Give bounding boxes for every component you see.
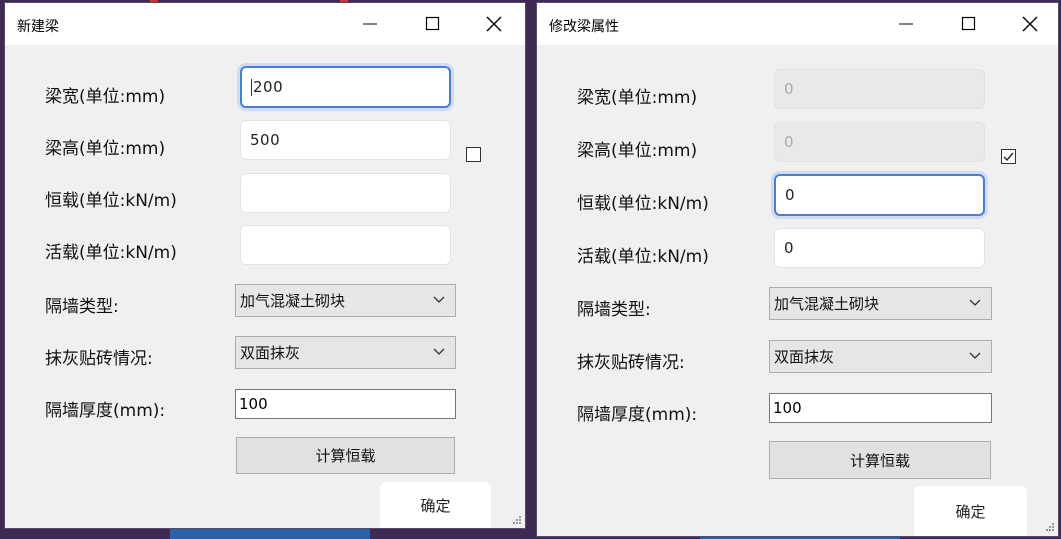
live-load-label: 活载(单位:kN/m) [45,243,177,263]
title-bar[interactable]: 修改梁属性 [537,3,1058,45]
option-checkbox[interactable] [466,147,481,162]
ok-button[interactable]: 确定 [380,482,491,528]
resize-grip-icon[interactable] [1045,522,1055,532]
beam-height-label: 梁高(单位:mm) [577,141,698,161]
dialog-title: 新建梁 [17,19,59,35]
calculate-dead-load-button[interactable]: 计算恒载 [236,437,455,474]
beam-height-input: 0 [774,122,985,162]
minimize-icon [363,23,377,25]
chevron-down-icon [433,296,445,303]
dead-load-input[interactable]: 0 [774,174,985,216]
close-button[interactable] [1007,3,1053,45]
plaster-select[interactable]: 双面抹灰 [769,340,992,373]
live-load-label: 活载(单位:kN/m) [577,247,709,267]
checkmark-icon [1003,152,1014,162]
wall-type-select[interactable]: 加气混凝土砌块 [769,287,992,320]
plaster-select[interactable]: 双面抹灰 [235,336,456,369]
close-icon [1022,16,1038,32]
resize-grip-icon[interactable] [512,515,522,525]
ok-button[interactable]: 确定 [914,486,1027,536]
wall-type-label: 隔墙类型: [45,297,119,317]
minimize-button[interactable] [347,3,393,45]
plaster-label: 抹灰贴砖情况: [577,353,685,373]
edit-beam-dialog: 修改梁属性 梁宽(单位:mm) 0 梁高(单位:mm) 0 恒载(单位:kN/m… [537,3,1058,536]
maximize-button[interactable] [945,3,991,45]
chevron-down-icon [433,348,445,355]
wall-thickness-input[interactable]: 100 [235,389,456,419]
chevron-down-icon [969,352,981,359]
beam-width-input[interactable]: 200 [240,66,451,108]
minimize-icon [899,23,913,25]
option-checkbox[interactable] [1001,149,1016,164]
close-icon [486,16,502,32]
wall-type-select[interactable]: 加气混凝土砌块 [235,284,456,317]
beam-width-label: 梁宽(单位:mm) [577,88,698,108]
maximize-button[interactable] [409,3,455,45]
title-bar[interactable]: 新建梁 [5,3,525,45]
dead-load-label: 恒载(单位:kN/m) [577,194,709,214]
calculate-dead-load-button[interactable]: 计算恒载 [769,441,991,479]
dead-load-input[interactable] [240,173,451,213]
live-load-input[interactable] [240,225,451,265]
maximize-icon [961,16,976,31]
beam-height-label: 梁高(单位:mm) [45,139,166,159]
new-beam-dialog: 新建梁 梁宽(单位:mm) 200 梁高(单位:mm) 500 恒载(单位:kN… [5,3,525,528]
close-button[interactable] [471,3,517,45]
minimize-button[interactable] [883,3,929,45]
maximize-icon [425,16,440,31]
desktop-accent-bottom [170,528,370,539]
wall-thickness-label: 隔墙厚度(mm): [577,405,698,425]
beam-height-input[interactable]: 500 [240,120,451,160]
live-load-input[interactable]: 0 [774,228,985,268]
plaster-label: 抹灰贴砖情况: [45,349,153,369]
dialog-title: 修改梁属性 [549,19,619,35]
chevron-down-icon [969,299,981,306]
wall-thickness-label: 隔墙厚度(mm): [45,401,166,421]
wall-thickness-input[interactable]: 100 [769,393,992,423]
text-caret [251,78,252,96]
dead-load-label: 恒载(单位:kN/m) [45,191,177,211]
beam-width-input: 0 [774,69,985,109]
beam-width-label: 梁宽(单位:mm) [45,87,166,107]
wall-type-label: 隔墙类型: [577,300,651,320]
